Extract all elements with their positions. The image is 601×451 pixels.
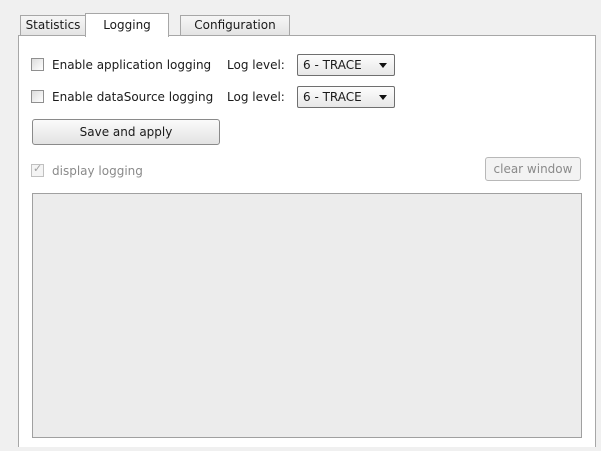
display-logging-checkbox[interactable]: ✓	[31, 162, 44, 177]
ds-log-level-value: 6 - TRACE	[303, 90, 362, 104]
tab-configuration[interactable]: Configuration	[180, 15, 290, 35]
chevron-down-icon	[379, 63, 387, 68]
display-logging-label[interactable]: display logging	[52, 164, 143, 178]
tab-logging[interactable]: Logging	[85, 13, 169, 37]
chevron-down-icon	[379, 95, 387, 100]
app-logging-checkbox[interactable]	[31, 58, 44, 71]
display-logging-row: ✓ display logging	[31, 160, 231, 184]
ds-logging-label[interactable]: Enable dataSource logging	[52, 90, 213, 104]
ds-logging-checkbox[interactable]	[31, 90, 44, 103]
ds-logging-row: Enable dataSource logging Log level: 6 -…	[31, 86, 591, 110]
app-logging-row: Enable application logging Log level: 6 …	[31, 54, 591, 78]
tab-statistics[interactable]: Statistics	[20, 15, 86, 35]
checkmark-icon: ✓	[33, 162, 43, 175]
app-logging-label[interactable]: Enable application logging	[52, 58, 211, 72]
save-and-apply-button[interactable]: Save and apply	[32, 119, 220, 145]
logging-panel: Enable application logging Log level: 6 …	[18, 35, 596, 447]
app-log-level-select[interactable]: 6 - TRACE	[297, 54, 395, 76]
app-log-level-value: 6 - TRACE	[303, 58, 362, 72]
ds-log-level-label: Log level:	[227, 90, 285, 104]
app-log-level-label: Log level:	[227, 58, 285, 72]
clear-window-button[interactable]: clear window	[485, 157, 581, 181]
ds-log-level-select[interactable]: 6 - TRACE	[297, 86, 395, 108]
log-output-area[interactable]	[32, 193, 582, 438]
